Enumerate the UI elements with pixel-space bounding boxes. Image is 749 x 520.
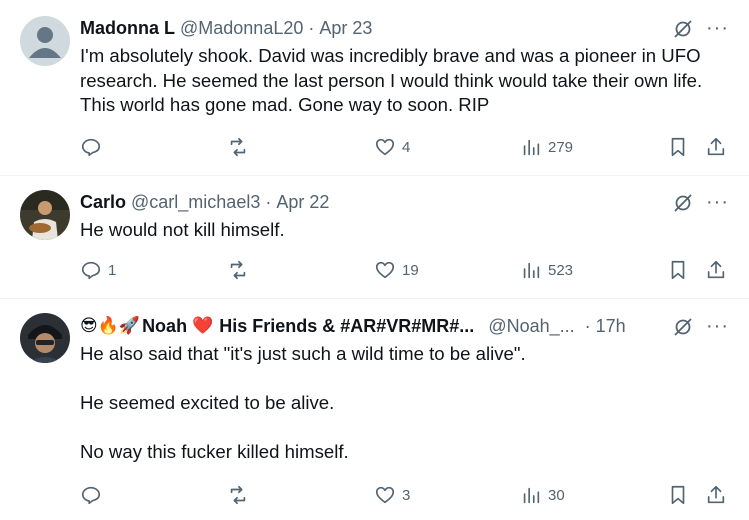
view-count: 279: [548, 138, 574, 156]
repost-icon: [230, 260, 246, 280]
grok-icon[interactable]: [672, 18, 694, 40]
tweet-text: He also said that "it's just such a wild…: [80, 343, 526, 462]
tweet-date[interactable]: 17h: [596, 316, 626, 337]
view-count: 523: [548, 261, 574, 279]
views-icon: [523, 262, 540, 279]
separator-dot: ·: [584, 315, 591, 336]
name-heart-emoji: ❤️: [192, 316, 214, 335]
share-icon: [707, 260, 725, 279]
share-icon: [707, 485, 725, 504]
grok-icon[interactable]: [672, 316, 694, 338]
like-count: 4: [402, 138, 411, 156]
share-button[interactable]: [705, 136, 727, 158]
tweet-noah[interactable]: 😎🔥🚀 Noah ❤️ His Friends & #AR#VR#MR#... …: [0, 299, 749, 520]
reply-icon: [81, 138, 101, 157]
tweet-text: I'm absolutely shook. David was incredib…: [80, 45, 703, 115]
bookmark-button[interactable]: [667, 136, 689, 158]
like-icon: [375, 261, 395, 279]
display-name[interactable]: Carlo: [80, 192, 126, 213]
repost-icon: [230, 485, 246, 505]
bookmark-button[interactable]: [667, 484, 689, 506]
user-handle[interactable]: @carl_michael3: [131, 192, 260, 213]
like-count: 19: [402, 261, 419, 279]
views-button[interactable]: 279: [520, 136, 573, 158]
display-name[interactable]: Madonna L: [80, 18, 175, 39]
tweet-date[interactable]: Apr 22: [276, 192, 329, 213]
tweet-text: He would not kill himself.: [80, 219, 285, 240]
like-count: 3: [402, 486, 411, 504]
repost-icon: [230, 137, 246, 157]
tweet-header: Carlo @carl_michael3 · Apr 22: [80, 191, 649, 213]
repost-button[interactable]: [227, 484, 255, 506]
reply-icon: [81, 486, 101, 505]
separator-dot: ·: [308, 17, 315, 38]
more-icon[interactable]: ···: [706, 192, 729, 212]
repost-button[interactable]: [227, 259, 255, 281]
reply-count: 1: [108, 261, 117, 279]
tweet-madonna[interactable]: Madonna L @MadonnaL20 · Apr 23 ··· I'm a…: [0, 0, 749, 175]
views-button[interactable]: 30: [520, 484, 565, 506]
display-name-suffix[interactable]: His Friends & #AR#VR#MR#...: [219, 316, 474, 337]
more-icon[interactable]: ···: [706, 316, 729, 336]
display-name[interactable]: Noah: [142, 316, 187, 337]
tweet-header: Madonna L @MadonnaL20 · Apr 23: [80, 17, 649, 39]
share-button[interactable]: [705, 484, 727, 506]
bookmark-icon: [671, 260, 685, 280]
bookmark-icon: [671, 137, 685, 157]
like-button[interactable]: 19: [374, 259, 419, 281]
views-button[interactable]: 523: [520, 259, 573, 281]
share-icon: [707, 137, 725, 156]
like-icon: [375, 486, 395, 504]
views-icon: [523, 139, 540, 156]
grok-icon[interactable]: [672, 192, 694, 214]
reply-button[interactable]: [80, 136, 108, 158]
separator-dot: ·: [265, 191, 272, 212]
name-emoji-prefix: 😎🔥🚀: [80, 316, 141, 335]
like-icon: [375, 138, 395, 156]
avatar[interactable]: [20, 313, 70, 363]
user-handle[interactable]: @MadonnaL20: [180, 18, 303, 39]
avatar[interactable]: [20, 16, 70, 66]
reply-button[interactable]: [80, 484, 108, 506]
user-handle[interactable]: @Noah_...: [488, 316, 574, 337]
views-icon: [523, 487, 540, 504]
reply-button[interactable]: 1: [80, 259, 116, 281]
avatar[interactable]: [20, 190, 70, 240]
like-button[interactable]: 4: [374, 136, 410, 158]
tweet-header: 😎🔥🚀 Noah ❤️ His Friends & #AR#VR#MR#... …: [80, 315, 649, 337]
bookmark-icon: [671, 485, 685, 505]
repost-button[interactable]: [227, 136, 255, 158]
view-count: 30: [548, 486, 565, 504]
tweet-carlo[interactable]: Carlo @carl_michael3 · Apr 22 ··· He wou…: [0, 176, 749, 298]
reply-icon: [81, 261, 101, 280]
tweet-date[interactable]: Apr 23: [319, 18, 372, 39]
share-button[interactable]: [705, 259, 727, 281]
like-button[interactable]: 3: [374, 484, 410, 506]
more-icon[interactable]: ···: [706, 18, 729, 38]
bookmark-button[interactable]: [667, 259, 689, 281]
